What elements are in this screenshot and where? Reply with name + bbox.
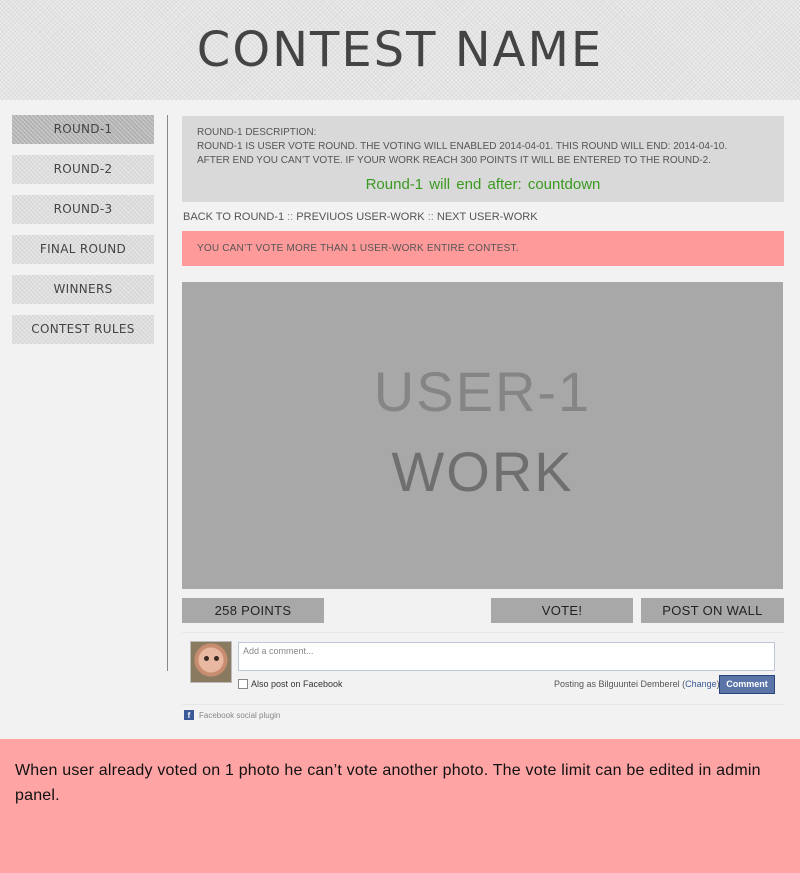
posting-as: Posting as Bilguuntei Demberel (Change) [554, 679, 720, 689]
divider [182, 632, 783, 633]
sidebar-item-final-round[interactable]: FINAL ROUND [12, 235, 154, 264]
post-on-wall-button[interactable]: POST ON WALL [641, 598, 784, 623]
posting-as-label: Posting as Bilguuntei Demberel ( [554, 679, 686, 689]
work-label-line-2: WORK [391, 440, 574, 503]
description-line-1: ROUND-1 IS USER VOTE ROUND. THE VOTING W… [197, 141, 728, 152]
nav-separator: :: [424, 211, 437, 223]
sidebar-item-winners[interactable]: WINNERS [12, 275, 154, 304]
points-badge: 258 POINTS [182, 598, 324, 623]
comment-input[interactable]: Add a comment... [238, 642, 775, 671]
back-to-round-link[interactable]: BACK TO ROUND-1 [183, 211, 284, 223]
sidebar-item-contest-rules[interactable]: CONTEST RULES [12, 315, 154, 344]
facebook-plugin-credit: f Facebook social plugin [184, 710, 280, 720]
user-work-image: USER-1 WORK [182, 282, 783, 589]
sidebar-item-round-2[interactable]: ROUND-2 [12, 155, 154, 184]
header: CONTEST NAME [0, 0, 800, 100]
vote-limit-alert: YOU CAN’T VOTE MORE THAN 1 USER-WORK ENT… [182, 231, 784, 266]
previous-work-link[interactable]: PREVIUOS USER-WORK [296, 211, 424, 223]
checkbox-icon[interactable] [238, 679, 248, 689]
countdown-text: Round-1 will end after: countdown [365, 176, 601, 193]
description-line-2: AFTER END YOU CAN’T VOTE. IF YOUR WORK R… [197, 155, 711, 166]
work-label-line-1: USER-1 [373, 360, 592, 423]
work-navigation: BACK TO ROUND-1 :: PREVIUOS USER-WORK ::… [183, 211, 538, 223]
contest-title: CONTEST NAME [196, 22, 604, 78]
facebook-icon: f [184, 710, 194, 720]
avatar-eye [214, 656, 219, 661]
sidebar-divider [167, 115, 168, 671]
annotation-note: When user already voted on 1 photo he ca… [0, 739, 800, 873]
sidebar: ROUND-1 ROUND-2 ROUND-3 FINAL ROUND WINN… [12, 115, 154, 355]
next-work-link[interactable]: NEXT USER-WORK [437, 211, 538, 223]
divider [182, 704, 783, 705]
avatar-eye [204, 656, 209, 661]
facebook-comments: Add a comment... Also post on Facebook P… [182, 632, 783, 724]
sidebar-item-round-3[interactable]: ROUND-3 [12, 195, 154, 224]
description-heading: ROUND-1 DESCRIPTION: [197, 127, 317, 138]
avatar [190, 641, 232, 683]
nav-separator: :: [284, 211, 297, 223]
also-post-label: Also post on Facebook [251, 679, 343, 689]
sidebar-item-round-1[interactable]: ROUND-1 [12, 115, 154, 144]
round-description: ROUND-1 DESCRIPTION: ROUND-1 IS USER VOT… [182, 116, 784, 202]
vote-button[interactable]: VOTE! [491, 598, 633, 623]
comment-button[interactable]: Comment [719, 675, 775, 694]
plugin-label: Facebook social plugin [199, 710, 281, 720]
change-user-link[interactable]: Change [685, 679, 717, 689]
also-post-checkbox[interactable]: Also post on Facebook [238, 679, 343, 689]
